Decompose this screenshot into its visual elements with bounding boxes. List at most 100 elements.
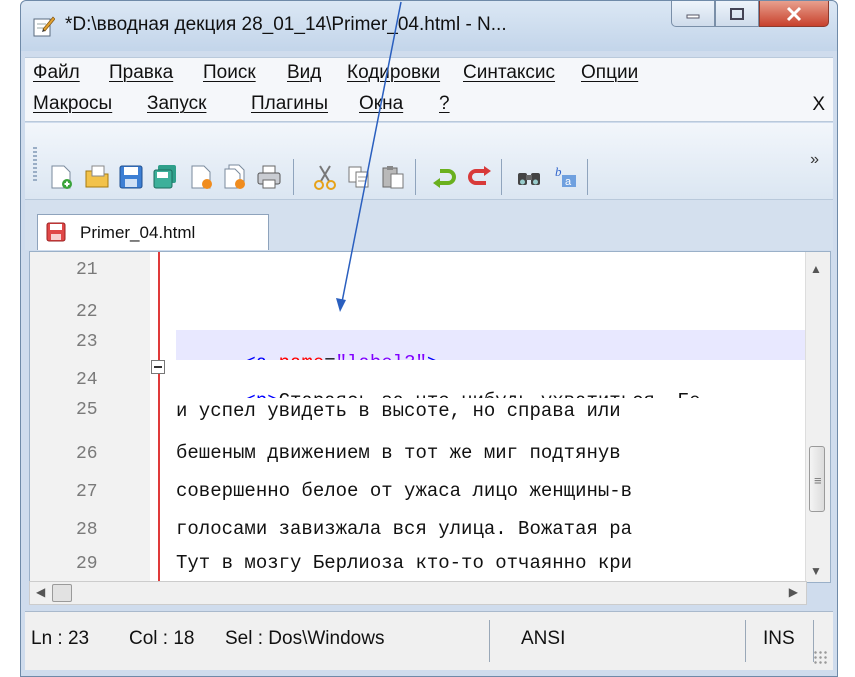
vertical-scrollbar[interactable]: ▲ ≡ ▼ — [805, 252, 830, 582]
status-bar: Ln : 23 Col : 18 Sel : Dos\Windows ANSI … — [25, 611, 833, 670]
redo-icon[interactable] — [465, 163, 493, 191]
code-editor[interactable]: 21 22 23 24 25 26 27 28 29 <a name="labe… — [29, 251, 831, 583]
toolbar-grip[interactable] — [33, 147, 37, 181]
menu-syntax[interactable]: Синтаксис — [463, 62, 555, 84]
close-document-button[interactable]: X — [812, 94, 825, 116]
html-attribute: name — [279, 352, 325, 360]
line-number: 24 — [76, 370, 98, 390]
svg-text:b: b — [555, 164, 562, 179]
open-file-icon[interactable] — [83, 163, 111, 191]
horizontal-scrollbar[interactable]: ◀ ▶ — [29, 581, 807, 605]
html-tag: <a — [244, 352, 278, 360]
line-number: 26 — [76, 444, 98, 464]
html-attribute-value: "label3" — [336, 352, 427, 360]
close-all-icon[interactable] — [221, 163, 249, 191]
new-file-icon[interactable] — [47, 163, 75, 191]
status-separator — [489, 620, 490, 662]
code-line[interactable]: бешеным движением в тот же миг подтянув — [176, 442, 806, 472]
window-title: *D:\вводная декция 28_01_14\Primer_04.ht… — [65, 14, 507, 35]
code-line[interactable]: голосами завизжала вся улица. Вожатая ра — [176, 518, 806, 548]
line-number: 27 — [76, 482, 98, 502]
line-number: 21 — [76, 260, 98, 280]
menu-help[interactable]: ? — [439, 93, 450, 115]
toolbar-separator — [293, 159, 294, 195]
line-number: 23 — [76, 332, 98, 352]
html-tag: <p> — [244, 390, 278, 398]
scroll-down-icon[interactable]: ▼ — [810, 564, 822, 578]
save-all-icon[interactable] — [151, 163, 179, 191]
close-icon[interactable] — [187, 163, 215, 191]
menu-macros[interactable]: Макросы — [33, 93, 112, 115]
status-separator — [745, 620, 746, 662]
save-icon[interactable] — [117, 163, 145, 191]
html-equals: = — [324, 352, 335, 360]
copy-icon[interactable] — [345, 163, 373, 191]
toolbar: ba » — [25, 123, 833, 200]
code-text: бешеным движением в тот же миг подтянув — [176, 442, 621, 464]
window-controls — [671, 1, 829, 29]
menu-options[interactable]: Опции — [581, 62, 638, 84]
menu-bar-row-2: Макросы Запуск Плагины Окна ? X — [25, 89, 833, 122]
print-icon[interactable] — [255, 163, 283, 191]
code-text: голосами завизжала вся улица. Вожатая ра — [176, 518, 633, 540]
code-line-current[interactable]: <a name="label3"> — [176, 330, 806, 360]
menu-edit[interactable]: Правка — [109, 62, 173, 84]
status-line: Ln : 23 — [31, 628, 90, 649]
tab-primer-04[interactable]: Primer_04.html — [37, 214, 269, 250]
code-line[interactable]: и успел увидеть в высоте, но справа или — [176, 400, 806, 430]
title-bar[interactable]: *D:\вводная декция 28_01_14\Primer_04.ht… — [21, 1, 837, 51]
undo-icon[interactable] — [431, 163, 459, 191]
toolbar-separator — [501, 159, 502, 195]
menu-file[interactable]: Файл — [33, 62, 80, 84]
toolbar-overflow-chevron-icon[interactable]: » — [810, 151, 819, 169]
code-line[interactable]: Тут в мозгу Берлиоза кто-то отчаянно кри — [176, 552, 806, 582]
save-icon — [46, 222, 66, 242]
vertical-scroll-thumb[interactable]: ≡ — [809, 446, 825, 512]
menu-encoding[interactable]: Кодировки — [347, 62, 440, 84]
find-icon[interactable] — [515, 163, 543, 191]
menu-bar-row-1: Файл Правка Поиск Вид Кодировки Синтакси… — [25, 57, 833, 90]
menu-search[interactable]: Поиск — [203, 62, 256, 84]
scroll-right-icon[interactable]: ▶ — [789, 585, 798, 599]
tab-label: Primer_04.html — [80, 223, 196, 242]
code-line[interactable]: совершенно белое от ужаса лицо женщины-в — [176, 480, 806, 510]
menu-run[interactable]: Запуск — [147, 93, 206, 115]
maximize-icon — [730, 7, 744, 20]
menu-plugins[interactable]: Плагины — [251, 93, 328, 115]
close-icon — [786, 6, 802, 21]
line-number: 28 — [76, 520, 98, 540]
svg-text:a: a — [565, 176, 572, 188]
status-eol: Sel : Dos\Windows — [225, 628, 385, 649]
code-text: и успел увидеть в высоте, но справа или — [176, 400, 621, 422]
code-text: Стараясь за что-нибудь ухватиться, Бе — [279, 390, 701, 398]
status-column: Col : 18 — [129, 628, 195, 649]
line-number: 29 — [76, 554, 98, 574]
menu-window[interactable]: Окна — [359, 93, 403, 115]
code-text: совершенно белое от ужаса лицо женщины-в — [176, 480, 633, 502]
line-number: 22 — [76, 302, 98, 322]
minimize-icon — [686, 14, 700, 18]
scroll-left-icon[interactable]: ◀ — [36, 585, 45, 599]
horizontal-scroll-thumb[interactable] — [52, 584, 72, 602]
code-text: Тут в мозгу Берлиоза кто-то отчаянно кри — [176, 552, 633, 574]
fold-line — [158, 252, 160, 582]
status-encoding: ANSI — [521, 628, 566, 649]
toolbar-separator — [415, 159, 416, 195]
scroll-up-icon[interactable]: ▲ — [810, 262, 822, 276]
close-window-button[interactable] — [759, 1, 829, 27]
notepad-plus-icon[interactable] — [33, 15, 56, 37]
cut-icon[interactable] — [311, 163, 339, 191]
minimize-button[interactable] — [671, 1, 715, 27]
resize-grip-icon[interactable] — [813, 650, 827, 664]
code-line[interactable]: <p>Стараясь за что-нибудь ухватиться, Бе — [176, 368, 806, 398]
html-tag: > — [427, 352, 438, 360]
paste-icon[interactable] — [379, 163, 407, 191]
fold-toggle-icon[interactable] — [151, 360, 165, 374]
menu-view[interactable]: Вид — [287, 62, 321, 84]
document-tab-bar: Primer_04.html — [25, 200, 833, 250]
replace-icon[interactable]: ba — [551, 163, 579, 191]
notepad-plus-window: *D:\вводная декция 28_01_14\Primer_04.ht… — [20, 0, 838, 677]
line-number-gutter: 21 22 23 24 25 26 27 28 29 — [30, 252, 150, 582]
maximize-button[interactable] — [715, 1, 759, 27]
grip-icon: ≡ — [814, 473, 822, 488]
